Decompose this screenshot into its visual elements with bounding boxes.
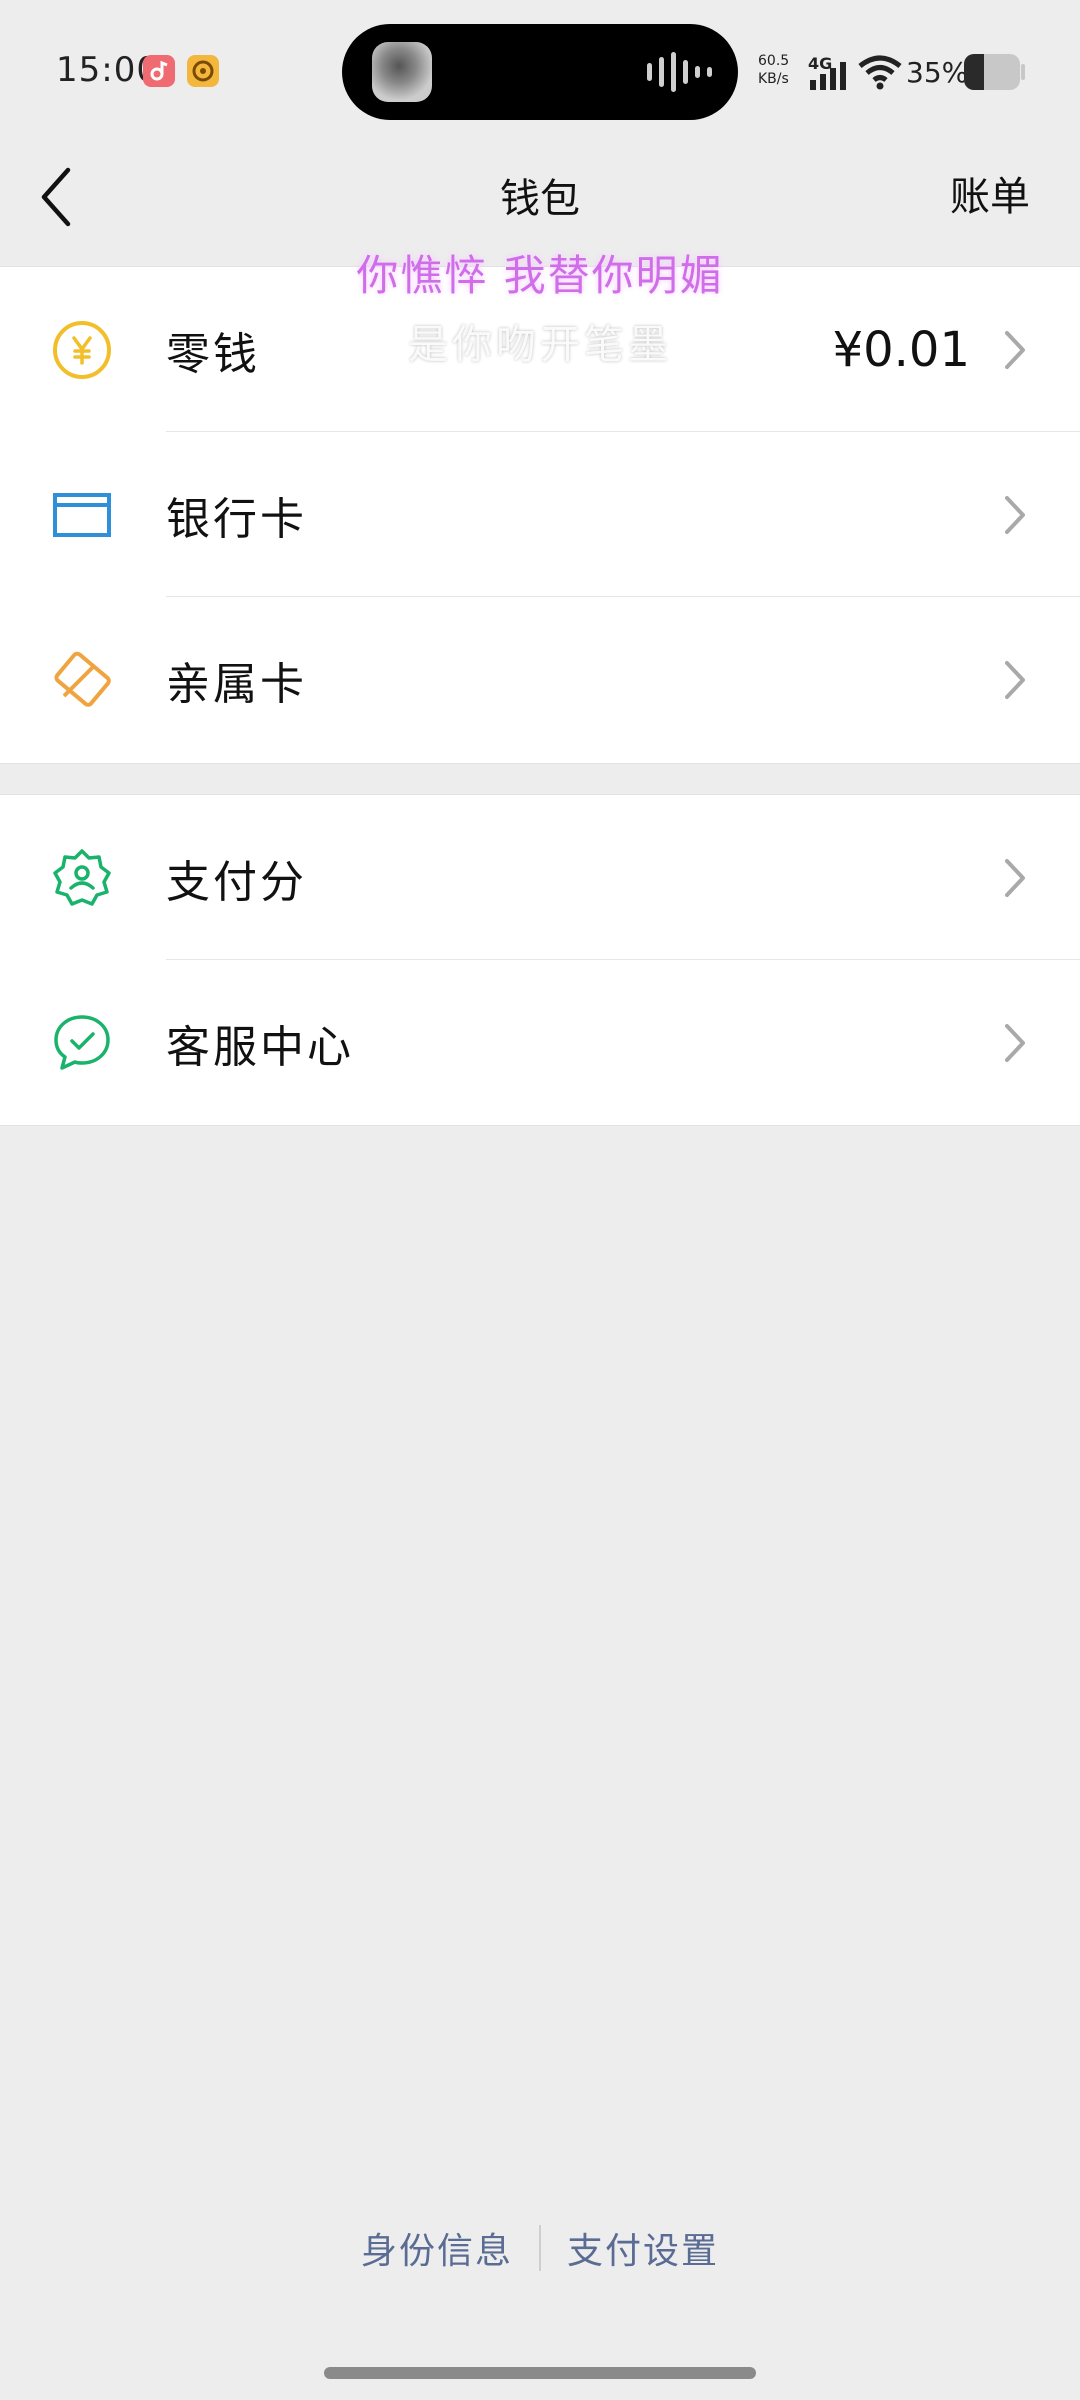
payment-settings-link[interactable]: 支付设置: [541, 2222, 745, 2274]
row-pay-score[interactable]: 支付分: [0, 795, 1080, 960]
net-speed-value: 60.5: [758, 53, 790, 69]
lyric-line-1: 你憔悴 我替你明媚: [356, 251, 724, 300]
row-label: 客服中心: [166, 1021, 354, 1073]
battery-percent: 35%: [906, 56, 969, 89]
row-label: 银行卡: [166, 493, 307, 545]
net-speed-unit: KB/s: [758, 71, 789, 87]
row-bank-card[interactable]: 银行卡: [0, 432, 1080, 597]
lyric-line-2: 是你吻开笔墨: [408, 322, 672, 368]
audio-wave-icon: [647, 52, 712, 92]
battery-tip: [1021, 64, 1025, 80]
family-card-icon: [54, 651, 111, 707]
battery-fill: [964, 54, 984, 90]
row-label: 支付分: [166, 856, 307, 908]
row-customer-service[interactable]: 客服中心: [0, 960, 1080, 1125]
chevron-right-icon: [1005, 1023, 1025, 1062]
bank-card-icon: [53, 492, 111, 537]
row-label: 亲属卡: [166, 658, 307, 710]
music-app-icon: [143, 55, 175, 87]
row-family-card[interactable]: 亲属卡: [0, 597, 1080, 762]
wallet-group-services: 支付分 客服中心: [0, 794, 1080, 1126]
chevron-right-icon: [1005, 858, 1025, 897]
chevron-right-icon: [1005, 660, 1025, 699]
wifi-icon: [858, 55, 902, 90]
footer-links: 身份信息 支付设置: [0, 2222, 1080, 2274]
dynamic-island[interactable]: [342, 24, 738, 120]
album-thumbnail: [372, 42, 432, 102]
status-bar: 15:00 60.5 KB/s 4G 35%: [0, 0, 1080, 140]
bill-button[interactable]: 账单: [950, 164, 1030, 222]
pay-score-badge-icon: [53, 848, 111, 906]
chevron-right-icon: [1005, 495, 1025, 534]
identity-info-link[interactable]: 身份信息: [335, 2222, 539, 2274]
signal-icon: [810, 62, 846, 90]
customer-service-icon: [54, 1014, 110, 1070]
page-title: 钱包: [500, 176, 580, 222]
media-app-icon: [187, 55, 219, 87]
battery-icon: [964, 54, 1020, 90]
net-speed: 60.5 KB/s: [758, 52, 789, 88]
home-indicator[interactable]: [324, 2367, 756, 2379]
